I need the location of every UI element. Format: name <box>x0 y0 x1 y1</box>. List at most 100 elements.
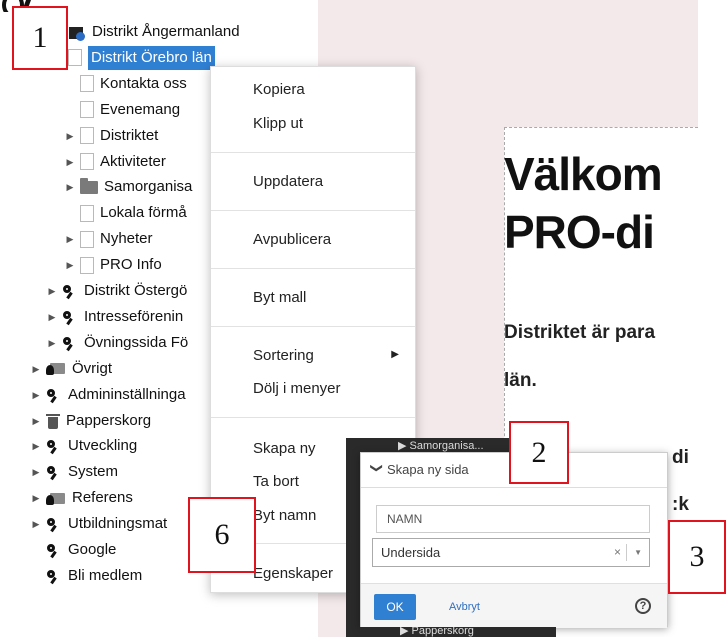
tree-node-label: Intresseförenin <box>84 307 184 325</box>
tree-node[interactable]: ▶Lokala förmå <box>64 201 187 225</box>
tree-node-label: Google <box>68 541 117 558</box>
page-icon <box>80 153 94 170</box>
key-icon <box>46 464 62 480</box>
menu-item-sortering[interactable]: Sortering <box>253 347 314 364</box>
tree-node-label: Referens <box>72 489 133 507</box>
expand-arrow-icon[interactable]: ▶ <box>64 175 76 199</box>
tree-node-label: Övrigt <box>72 359 113 377</box>
key-icon <box>46 568 62 584</box>
expand-arrow-icon[interactable]: ▶ <box>30 512 42 536</box>
key-icon <box>62 283 78 299</box>
page-icon <box>80 230 94 248</box>
tree-node[interactable]: ▶ Intresseförenin <box>46 305 184 329</box>
key-icon <box>46 516 62 532</box>
tree-node[interactable]: ▶ Utveckling <box>30 434 138 458</box>
menu-item-kopiera[interactable]: Kopiera <box>253 81 305 98</box>
key-folder-icon <box>46 491 66 506</box>
tree-node-label: Samorganisa <box>104 178 193 196</box>
tree-node[interactable]: ▶ Utbildningsmat <box>30 512 168 536</box>
tree-node-label: Admininställninga <box>68 385 186 403</box>
cancel-link[interactable]: Avbryt <box>449 594 480 620</box>
expand-arrow-icon[interactable]: ▶ <box>64 253 76 277</box>
menu-item-dolj-i-menyer[interactable]: Dölj i menyer <box>253 380 341 397</box>
tree-node-label: PRO Info <box>100 256 162 274</box>
expand-arrow-icon[interactable]: ▶ <box>64 124 76 148</box>
tree-node[interactable]: ▶Evenemang <box>64 98 180 122</box>
select-divider <box>626 544 627 561</box>
menu-item-byt-mall[interactable]: Byt mall <box>253 289 306 306</box>
intro-fragment-a: di <box>672 447 689 468</box>
tree-node[interactable]: ▶ Samorganisa <box>64 175 192 199</box>
tree-node[interactable]: ▶ Övningssida Fö <box>46 331 189 355</box>
expand-arrow-icon[interactable]: ▶ <box>30 486 42 510</box>
folder-icon <box>80 177 98 194</box>
key-icon <box>46 438 62 454</box>
backdrop-bottom-text: ▶ Papperskorg <box>400 627 474 637</box>
ok-button[interactable]: OK <box>374 594 416 620</box>
clear-icon[interactable]: × <box>614 539 621 566</box>
expand-arrow-icon[interactable]: ▶ <box>30 434 42 458</box>
name-input[interactable]: NAMN <box>376 505 650 533</box>
tree-node[interactable]: ▶ Admininställninga <box>30 383 186 407</box>
tree-node[interactable]: ▶ Övrigt <box>30 357 112 381</box>
menu-item-uppdatera[interactable]: Uppdatera <box>253 173 323 190</box>
menu-item-ta-bort[interactable]: Ta bort <box>253 473 299 490</box>
tree-node-label: System <box>68 463 119 481</box>
menu-item-byt-namn[interactable]: Byt namn <box>253 507 316 524</box>
callout-3: 3 <box>668 520 726 594</box>
menu-separator <box>211 268 415 269</box>
expand-arrow-icon[interactable]: ▶ <box>64 227 76 251</box>
expand-arrow-icon[interactable]: ▶ <box>30 460 42 484</box>
menu-separator <box>211 152 415 153</box>
page-icon <box>80 127 94 145</box>
page-type-select[interactable]: Undersida × ▼ <box>372 538 650 567</box>
tree-node[interactable]: ▶ Distriktet <box>64 124 158 148</box>
home-icon <box>68 24 86 41</box>
menu-item-skapa-ny[interactable]: Skapa ny <box>253 440 316 457</box>
expand-arrow-icon[interactable]: ▶ <box>30 383 42 407</box>
trash-icon <box>46 413 60 429</box>
tree-node[interactable]: ▶Distrikt Örebro län <box>52 45 215 70</box>
tree-node[interactable]: ▶ PRO Info <box>64 253 162 277</box>
tree-node[interactable]: ▶ Aktiviteter <box>64 150 166 174</box>
expand-arrow-icon[interactable]: ▶ <box>46 279 58 303</box>
page-icon <box>80 75 94 93</box>
dialog-title: Skapa ny sida <box>387 462 469 477</box>
tree-node[interactable]: ▶ Referens <box>30 486 133 510</box>
tree-node[interactable]: ▶ Nyheter <box>64 227 153 251</box>
tree-node[interactable]: ▶Distrikt Ångermanland <box>52 20 240 44</box>
expand-arrow-icon[interactable]: ▶ <box>30 357 42 381</box>
tree-node[interactable]: ▶Bli medlem <box>30 564 142 588</box>
tree-node[interactable]: ▶Google <box>30 538 116 562</box>
caret-down-icon[interactable]: ▼ <box>634 539 642 566</box>
menu-separator <box>211 210 415 211</box>
expand-arrow-icon[interactable]: ▶ <box>46 331 58 355</box>
headline-line-1: Välkom <box>504 148 663 200</box>
backdrop-tree-fragment: ▶ Samorganisa... <box>398 440 484 452</box>
key-icon <box>46 387 62 403</box>
chevron-down-icon[interactable]: ❯ <box>370 463 384 473</box>
page-type-value: Undersida <box>381 545 441 560</box>
tree-node-label: Bli medlem <box>68 566 143 584</box>
expand-arrow-icon[interactable]: ▶ <box>30 409 42 433</box>
expand-arrow-icon[interactable]: ▶ <box>46 305 58 329</box>
tree-node[interactable]: ▶ Distrikt Östergö <box>46 279 188 303</box>
menu-item-egenskaper[interactable]: Egenskaper <box>253 565 333 582</box>
help-icon[interactable]: ? <box>635 598 651 614</box>
menu-item-avpublicera[interactable]: Avpublicera <box>253 231 331 248</box>
edit-region-border-top <box>504 127 698 128</box>
tree-node[interactable]: ▶Kontakta oss <box>64 72 187 96</box>
headline-line-2: PRO-di <box>504 206 655 258</box>
tree-node[interactable]: ▶ Papperskorg <box>30 409 151 433</box>
tree-node[interactable]: ▶ System <box>30 460 118 484</box>
page-icon <box>80 256 94 274</box>
callout-1: 1 <box>12 6 68 70</box>
menu-item-klipp-ut[interactable]: Klipp ut <box>253 115 303 132</box>
tree-node-label: Kontakta oss <box>100 74 187 92</box>
tree-node-label: Distrikt Ångermanland <box>92 23 240 40</box>
submenu-arrow-icon: ▶ <box>391 349 399 360</box>
callout-6: 6 <box>188 497 256 573</box>
key-icon <box>46 542 62 558</box>
key-icon <box>62 309 78 325</box>
expand-arrow-icon[interactable]: ▶ <box>64 150 76 174</box>
